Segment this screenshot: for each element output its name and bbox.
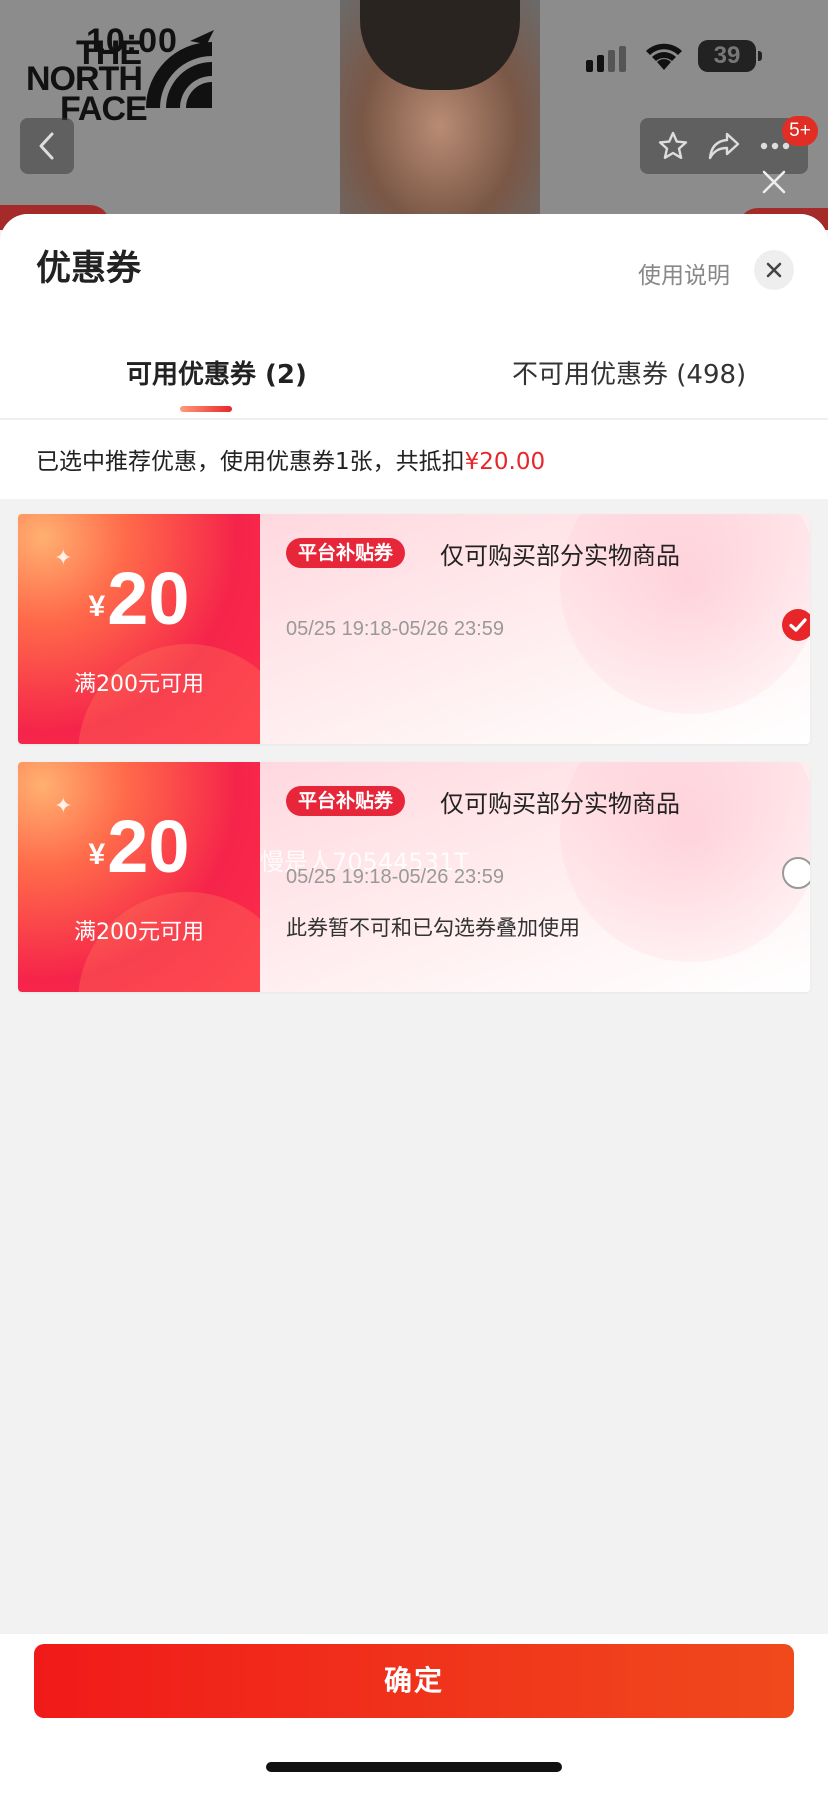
coupon-value-panel: ✦ ¥20 满200元可用 (18, 762, 298, 992)
coupon-description: 仅可购买部分实物商品 (440, 790, 680, 818)
summary-label: 已选中推荐优惠，使用优惠券1张，共抵扣 (36, 449, 465, 475)
coupon-card[interactable]: ✦ ¥20 满200元可用 平台补贴券 仅可购买部分实物商品 慢是人705445… (18, 762, 810, 992)
sheet-title: 优惠券 (36, 249, 142, 289)
coupon-threshold: 满200元可用 (74, 672, 204, 697)
coupon-checkbox[interactable] (782, 857, 810, 889)
coupon-description: 仅可购买部分实物商品 (440, 542, 680, 570)
coupon-note: 此券暂不可和已勾选券叠加使用 (286, 916, 580, 940)
back-button[interactable] (20, 118, 74, 174)
sheet-header: 优惠券 使用说明 可用优惠券 (2) 不可用优惠券 (498) (0, 214, 828, 419)
summary-amount: ¥20.00 (464, 449, 546, 475)
more-icon (760, 142, 789, 150)
usage-instructions-link[interactable]: 使用说明 (638, 256, 730, 290)
cart-badge: 5+ (782, 116, 818, 146)
chevron-left-icon (39, 132, 54, 160)
coupon-details: 平台补贴券 仅可购买部分实物商品 慢是人70544531T 05/25 19:1… (260, 762, 810, 992)
active-tab-indicator (180, 406, 232, 412)
share-icon (708, 132, 740, 160)
location-arrow-icon (190, 30, 214, 54)
product-photo (340, 0, 540, 230)
coupon-amount: 20 (107, 805, 190, 888)
coupon-validity: 05/25 19:18-05/26 23:59 (286, 618, 504, 640)
close-icon (766, 262, 782, 278)
coupon-validity: 05/25 19:18-05/26 23:59 (286, 866, 504, 888)
tab-available[interactable]: 可用优惠券 (2) (126, 354, 307, 391)
share-button[interactable] (706, 128, 742, 164)
coupon-type-badge: 平台补贴券 (286, 538, 406, 568)
coupon-amount: 20 (107, 557, 190, 640)
summary-text: 已选中推荐优惠，使用优惠券1张，共抵扣¥20.00 (36, 442, 545, 476)
coupon-checkbox[interactable] (782, 609, 810, 641)
coupon-value: ¥20 (18, 804, 260, 889)
check-circle-icon (789, 618, 807, 632)
coupon-sheet: 优惠券 使用说明 可用优惠券 (2) 不可用优惠券 (498) 已选中推荐优惠，… (0, 214, 828, 1795)
coupon-value: ¥20 (18, 556, 260, 641)
confirm-button[interactable]: 确定 (34, 1644, 794, 1718)
coupon-details: 平台补贴券 仅可购买部分实物商品 05/25 19:18-05/26 23:59 (260, 514, 810, 744)
coupon-type-badge: 平台补贴券 (286, 786, 406, 816)
coupon-currency: ¥ (88, 838, 106, 871)
status-time: 10:00 (86, 22, 178, 60)
coupon-card[interactable]: ✦ ¥20 满200元可用 平台补贴券 仅可购买部分实物商品 05/25 19:… (18, 514, 810, 744)
close-icon[interactable] (758, 166, 790, 198)
coupon-value-panel: ✦ ¥20 满200元可用 (18, 514, 298, 744)
close-button[interactable] (754, 250, 794, 290)
home-indicator (266, 1762, 562, 1772)
battery-indicator: 39 (698, 40, 762, 72)
star-icon (659, 131, 688, 159)
wifi-icon (646, 43, 682, 70)
coupon-tabs: 可用优惠券 (2) 不可用优惠券 (498) (0, 354, 828, 419)
tab-unavailable[interactable]: 不可用优惠券 (498) (512, 354, 746, 391)
selection-summary: 已选中推荐优惠，使用优惠券1张，共抵扣¥20.00 (0, 419, 828, 499)
coupon-threshold: 满200元可用 (74, 920, 204, 945)
coupon-currency: ¥ (88, 590, 106, 623)
cellular-signal-icon (586, 46, 626, 72)
sheet-footer: 确定 (0, 1634, 828, 1795)
favorite-button[interactable] (655, 128, 691, 164)
